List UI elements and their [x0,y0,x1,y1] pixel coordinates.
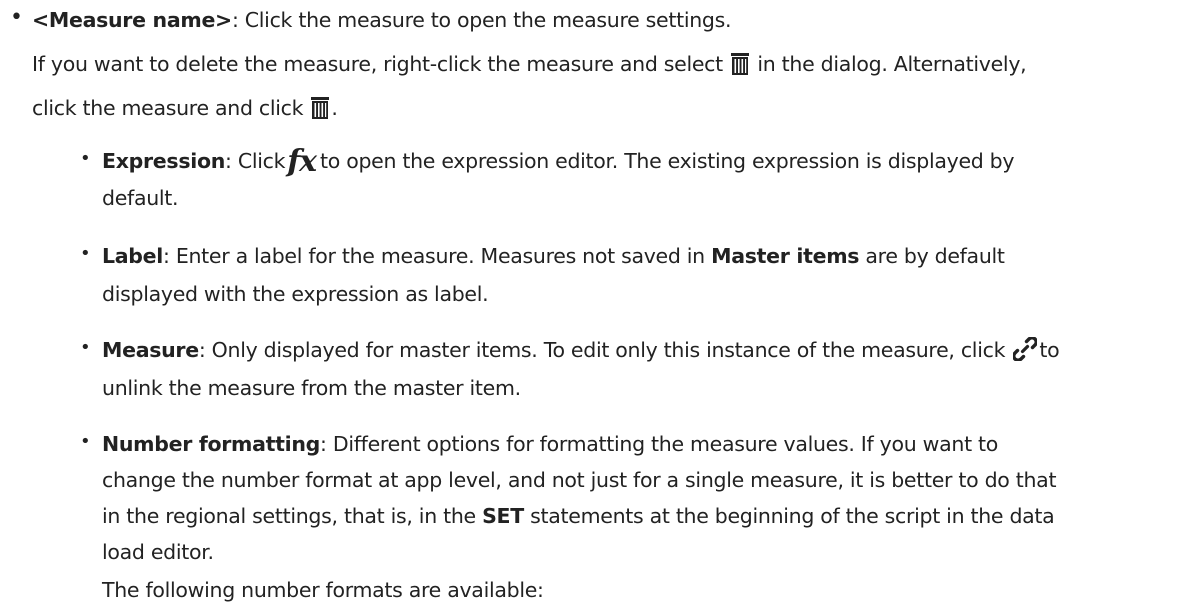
number-formatting-line4: load editor. [102,540,214,564]
label-desc-a: : Enter a label for the measure. Measure… [163,244,705,268]
label-line1: Label: Enter a label for the measure. Me… [102,238,1005,274]
number-formatting-desc: : Different options for formatting the m… [320,432,999,456]
unlink-chain-icon [1012,336,1039,372]
number-formatting-line3: in the regional settings, that is, in th… [102,498,1055,534]
expression-line1: Expression: Clickfx to open the expressio… [102,143,1015,180]
expression-line2: default. [102,186,179,210]
bullet-label: • Label: Enter a label for the measure. … [80,238,1005,274]
number-formatting-term: Number formatting [102,432,321,456]
bullet-number-formatting: • Number formatting: Different options f… [80,426,998,462]
set-term: SET [482,504,524,528]
number-formatting-line3-b: statements at the beginning of the scrip… [530,504,1055,528]
master-items-term: Master items [711,244,860,268]
trash-icon [311,94,330,130]
help-page: • <Measure name>: Click the measure to o… [0,0,1180,602]
measure-desc-b: to [1039,338,1060,362]
measure-line1: Measure: Only displayed for master items… [102,332,1060,372]
expression-term: Expression [102,149,226,173]
label-desc-b: are by default [865,244,1005,268]
trash-icon [731,50,750,86]
label-term: Label [102,244,164,268]
measure-name-line3-b: . [331,96,338,120]
bullet-expression: • Expression: Clickfx to open the express… [80,143,1015,180]
number-formatting-line3-a: in the regional settings, that is, in th… [102,504,476,528]
bullet-dot: • [80,431,91,452]
measure-name-line3: click the measure and click . [32,90,338,130]
bullet-dot: • [80,148,91,169]
measure-name-line2-a: If you want to delete the measure, right… [32,52,723,76]
expression-desc-b: to open the expression editor. The exist… [320,149,1015,173]
number-formatting-line1: Number formatting: Different options for… [102,426,998,462]
measure-name-term: <Measure name> [32,8,232,32]
measure-line2: unlink the measure from the master item. [102,376,521,400]
measure-name-line1: <Measure name>: Click the measure to ope… [32,2,732,38]
bullet-measure-name: • <Measure name>: Click the measure to o… [10,2,732,38]
label-line2: displayed with the expression as label. [102,282,489,306]
measure-term: Measure [102,338,199,362]
bullet-measure: • Measure: Only displayed for master ite… [80,332,1060,372]
measure-desc-a: : Only displayed for master items. To ed… [198,338,1006,362]
number-formatting-line2: change the number format at app level, a… [102,468,1057,492]
fx-icon: fx [287,144,317,179]
formats-intro: The following number formats are availab… [102,578,544,602]
expression-desc-a: : Click [225,149,286,173]
measure-name-line2: If you want to delete the measure, right… [32,46,1027,86]
measure-name-desc: : Click the measure to open the measure … [231,8,732,32]
bullet-dot: • [10,5,23,30]
measure-name-line2-b: in the dialog. Alternatively, [757,52,1027,76]
measure-name-line3-a: click the measure and click [32,96,304,120]
bullet-dot: • [80,243,91,264]
bullet-dot: • [80,337,91,358]
